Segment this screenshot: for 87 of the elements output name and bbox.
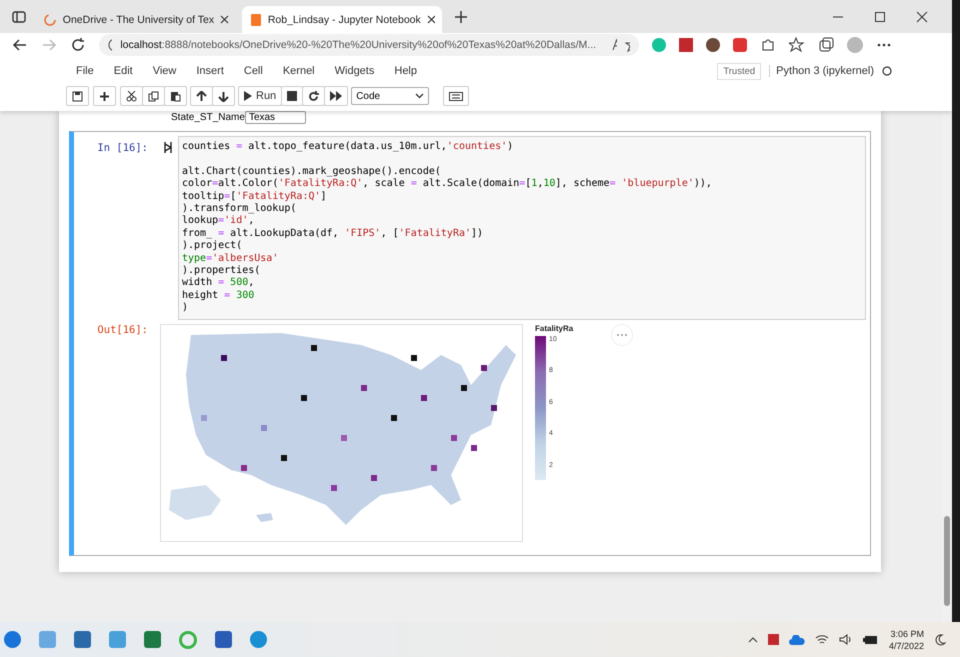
clock-date[interactable]: 4/7/2022 [888,640,924,652]
code-line: from_ = alt.LookupData(df, 'FIPS', ['FatalityRa']) [182,228,484,240]
code-cell[interactable] [69,131,871,556]
code-editor[interactable] [178,136,866,320]
browser-tab[interactable]: OneDrive - The University of Tex [36,6,236,33]
arrow-down-icon [218,90,229,102]
refresh-icon[interactable] [70,37,86,53]
code-line: ) [182,302,190,315]
close-icon[interactable] [426,15,435,24]
cell-type-dropdown[interactable]: Code [351,87,430,105]
extension-icon[interactable] [706,38,720,52]
menu-item[interactable]: Widgets [324,65,384,77]
menu-item[interactable]: Insert [186,65,234,77]
run-button[interactable]: Run [238,86,282,106]
menu-item[interactable]: Help [384,65,427,77]
trusted-badge[interactable]: Trusted [717,62,762,80]
text-cursor-icon [164,142,172,153]
save-button[interactable] [66,86,89,106]
chevron-up-icon[interactable] [748,636,758,642]
code-line: tooltip=['FatalityRa:Q'] [182,190,328,203]
code-line: color=alt.Color('FatalityRa:Q', scale = alt.Scale(domain=[1,10], scheme= 'bluepurple')), [182,178,713,191]
url-text: localhost:8888/notebooks/OneDrive%20-%20The%20University%20of%20Texas%20at%20Dallas/M... [120,39,596,51]
keyboard-button[interactable] [443,86,470,106]
output-prompt: Out[16]: [96,324,148,336]
maximize-icon[interactable] [874,10,886,22]
legend-title: FatalityRa [535,324,574,333]
app-tray-icon[interactable] [768,634,779,645]
plus-icon [99,90,110,102]
menu-item[interactable]: View [142,65,186,77]
code-line: width = 500, [182,277,256,290]
loading-ring-icon [43,12,57,26]
paste-button[interactable] [164,86,187,106]
input-prompt: In [16]: [96,141,148,154]
back-icon[interactable] [12,37,28,53]
play-icon [244,91,252,101]
menu-item[interactable]: Kernel [272,65,325,77]
code-line: alt.Chart(counties).mark_geoshape().encode( [182,166,442,178]
favorites-icon[interactable] [789,37,805,53]
restart-icon [308,90,320,102]
dropdown-label: State_ST_Name [171,112,245,123]
browser-tab[interactable]: Rob_Lindsay - Jupyter Notebook [242,6,442,33]
state-dropdown[interactable]: Texas [244,111,306,124]
fast-forward-button[interactable] [324,86,348,106]
stop-button[interactable] [281,86,304,106]
clock-time[interactable]: 3:06 PM [890,628,924,640]
speaker-icon[interactable] [838,634,853,645]
moon-icon[interactable] [934,634,946,646]
keyboard-icon [449,92,464,100]
code-line: lookup='id', [182,215,256,228]
collections-icon[interactable] [818,37,834,53]
notebook-icon [249,12,262,26]
close-icon[interactable] [220,15,229,24]
caret-icon [415,93,424,99]
menu-item[interactable]: Edit [104,65,143,77]
move-down-button[interactable] [212,86,235,106]
code-line: ).properties( [182,265,262,277]
code-line: counties = alt.topo_feature(data.us_10m.url,'counties') [182,141,514,154]
stop-icon [287,91,298,101]
kernel-name: Python 3 (ipykernel) [769,65,882,77]
wifi-icon[interactable] [814,634,829,645]
code-line: height = 300 [182,290,256,302]
close-icon[interactable] [916,10,928,22]
more-icon[interactable] [876,42,892,48]
kernel-idle-icon [882,66,892,76]
ellipsis-icon [616,332,628,337]
clipboard-icon [170,90,181,102]
copy-icon [148,90,159,102]
scissors-icon [126,90,137,102]
cloud-icon[interactable] [788,634,805,644]
code-line: type='albersUsa' [182,252,280,265]
new-tab-icon[interactable] [454,10,468,24]
battery-icon[interactable] [862,634,879,644]
add-cell-button[interactable] [93,86,116,106]
tab-actions-icon[interactable] [12,10,26,22]
puzzle-icon[interactable] [760,37,776,53]
menu-item[interactable]: File [66,65,104,77]
menu-item[interactable]: Cell [234,65,273,77]
cut-button[interactable] [120,86,143,106]
address-field[interactable]: localhost:8888/notebooks/OneDrive%20-%20The%20University%20of%20Texas%20at%20Dallas/M... [99,34,639,56]
restart-button[interactable] [302,86,326,106]
code-line: ).project( [182,240,244,253]
extension-icon[interactable] [733,38,747,52]
code-line: ).transform_lookup( [182,203,298,215]
move-up-button[interactable] [190,86,213,106]
copy-button[interactable] [142,86,165,106]
arrow-up-icon [196,90,207,102]
fast-forward-icon [330,91,342,101]
